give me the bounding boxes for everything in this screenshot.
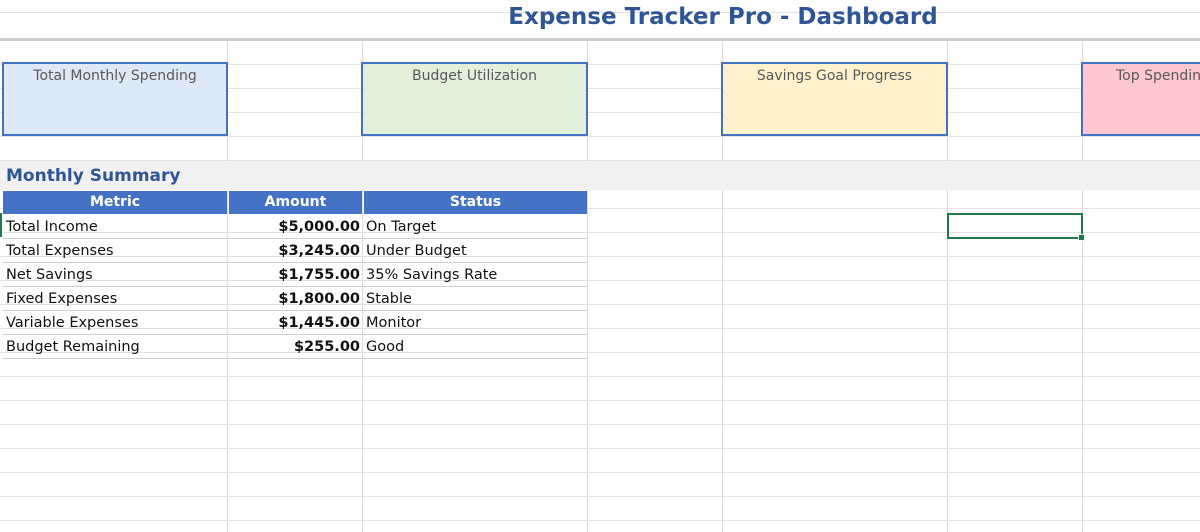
metric-cell[interactable]: Fixed Expenses xyxy=(6,287,224,311)
column-header-amount[interactable]: Amount xyxy=(228,191,362,214)
kpi-card-total-monthly-spending[interactable]: Total Monthly Spending xyxy=(2,62,228,136)
section-title: Monthly Summary xyxy=(6,166,181,186)
active-cell-selection[interactable] xyxy=(947,213,1085,241)
status-cell[interactable]: Stable xyxy=(366,287,584,311)
fill-handle[interactable] xyxy=(1078,234,1085,241)
metric-cell[interactable]: Total Income xyxy=(6,215,224,239)
amount-cell[interactable]: $1,445.00 xyxy=(228,311,360,335)
amount-cell[interactable]: $3,245.00 xyxy=(228,239,360,263)
row-indicator xyxy=(0,213,2,237)
status-cell[interactable]: On Target xyxy=(366,215,584,239)
dashboard-title: Expense Tracker Pro - Dashboard xyxy=(508,4,938,30)
status-cell[interactable]: 35% Savings Rate xyxy=(366,263,584,287)
amount-cell[interactable]: $5,000.00 xyxy=(228,215,360,239)
metric-cell[interactable]: Total Expenses xyxy=(6,239,224,263)
column-header-metric[interactable]: Metric xyxy=(3,191,227,214)
status-cell[interactable]: Good xyxy=(366,335,584,359)
amount-cell[interactable]: $255.00 xyxy=(228,335,360,359)
amount-cell[interactable]: $1,800.00 xyxy=(228,287,360,311)
amount-cell[interactable]: $1,755.00 xyxy=(228,263,360,287)
title-divider xyxy=(0,38,1200,41)
kpi-label: Budget Utilization xyxy=(412,68,537,84)
status-cell[interactable]: Under Budget xyxy=(366,239,584,263)
kpi-card-budget-utilization[interactable]: Budget Utilization xyxy=(361,62,588,136)
metric-cell[interactable]: Net Savings xyxy=(6,263,224,287)
kpi-label: Total Monthly Spending xyxy=(33,68,197,84)
kpi-label: Top Spending xyxy=(1116,68,1200,84)
metric-cell[interactable]: Budget Remaining xyxy=(6,335,224,359)
status-cell[interactable]: Monitor xyxy=(366,311,584,335)
kpi-card-top-spending[interactable]: Top Spending xyxy=(1081,62,1200,136)
kpi-label: Savings Goal Progress xyxy=(756,68,913,84)
metric-cell[interactable]: Variable Expenses xyxy=(6,311,224,335)
kpi-card-savings-goal-progress[interactable]: Savings Goal Progress xyxy=(721,62,948,136)
column-header-status[interactable]: Status xyxy=(363,191,587,214)
row-divider xyxy=(3,358,587,359)
